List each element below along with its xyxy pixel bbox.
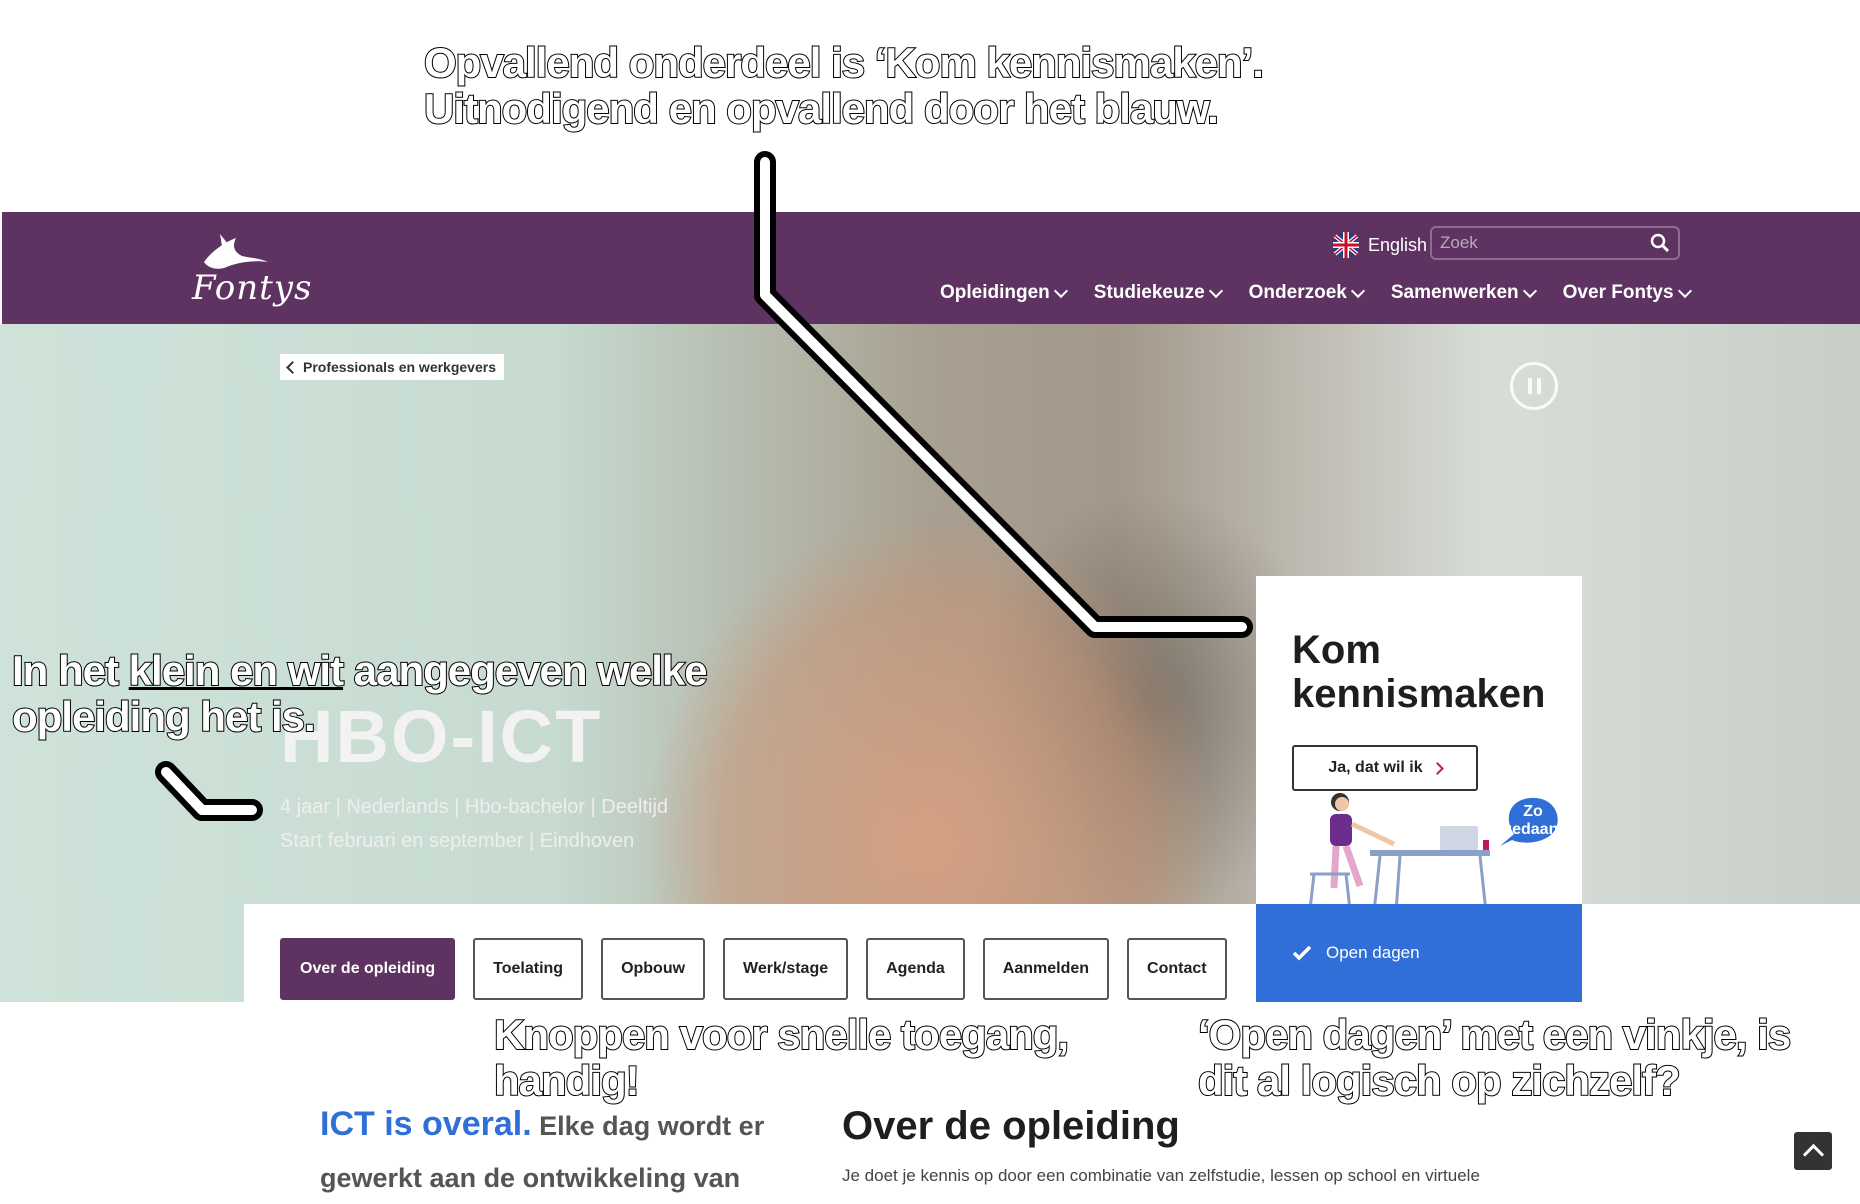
intro-text: ICT is overal. Elke dag wordt er gewerkt… bbox=[320, 1098, 790, 1204]
chevron-down-icon bbox=[1350, 283, 1365, 299]
open-dagen-label: Open dagen bbox=[1326, 943, 1420, 962]
search-icon[interactable] bbox=[1650, 233, 1670, 253]
bubble-line-1: Zo bbox=[1523, 803, 1543, 820]
annotation-fragment: In het bbox=[11, 647, 129, 695]
tab-agenda[interactable]: Agenda bbox=[866, 938, 965, 1000]
chevron-right-icon bbox=[1430, 761, 1444, 775]
annotation-fragment: aangegeven welke bbox=[343, 647, 709, 695]
uk-flag-icon bbox=[1333, 232, 1359, 258]
nav-item-opleidingen[interactable]: Opleidingen bbox=[940, 282, 1068, 304]
tab-opbouw[interactable]: Opbouw bbox=[601, 938, 706, 1000]
program-meta: 4 jaar | Nederlands | Hbo-bachelor | Dee… bbox=[280, 796, 669, 818]
chevron-down-icon bbox=[1677, 283, 1692, 299]
annotation-underlined: klein en wit bbox=[128, 647, 345, 695]
nav-label: Over Fontys bbox=[1562, 282, 1674, 303]
annotation-tabs: Knoppen voor snelle toegang, handig! bbox=[493, 1011, 1070, 1105]
tab-over-de-opleiding[interactable]: Over de opleiding bbox=[280, 938, 456, 1000]
tab-toelating[interactable]: Toelating bbox=[473, 938, 584, 1000]
nav-item-studiekeuze[interactable]: Studiekeuze bbox=[1093, 282, 1223, 304]
language-switch[interactable]: English bbox=[1332, 230, 1427, 260]
nav-label: Opleidingen bbox=[940, 282, 1050, 303]
annotation-line: dit al logisch op zichzelf? bbox=[1197, 1057, 1682, 1105]
back-to-top-button[interactable] bbox=[1794, 1132, 1832, 1170]
annotation-kom-kennismaken: Opvallend onderdeel is ‘Kom kennismaken’… bbox=[423, 39, 1265, 133]
nav-item-over-fontys[interactable]: Over Fontys bbox=[1562, 282, 1692, 304]
ja-dat-wil-ik-button[interactable]: Ja, dat wil ik bbox=[1292, 745, 1478, 791]
tab-aanmelden[interactable]: Aanmelden bbox=[982, 938, 1110, 1000]
card-title: Kom kennismaken bbox=[1292, 628, 1546, 716]
logo-text[interactable]: Fontys bbox=[192, 268, 312, 308]
annotation-line: opleiding het is. bbox=[11, 693, 317, 741]
program-start: Start februari en september | Eindhoven bbox=[280, 830, 635, 852]
main-nav: Opleidingen Studiekeuze Onderzoek Samenw… bbox=[940, 282, 1692, 304]
annotation-line: ‘Open dagen’ met een vinkje, is bbox=[1197, 1011, 1792, 1059]
annotation-program-name: In het klein en wit aangegeven welke opl… bbox=[11, 647, 709, 741]
nav-item-onderzoek[interactable]: Onderzoek bbox=[1248, 282, 1365, 304]
bubble-line-2: gedaan! bbox=[1502, 821, 1563, 838]
chevron-down-icon bbox=[1522, 283, 1537, 299]
nav-item-samenwerken[interactable]: Samenwerken bbox=[1390, 282, 1537, 304]
pause-video-button[interactable] bbox=[1510, 362, 1558, 410]
content-left-margin bbox=[0, 1002, 244, 1190]
section-paragraph: Je doet je kennis op door een combinatie… bbox=[842, 1166, 1480, 1185]
section-tabs: Over de opleiding Toelating Opbouw Werk/… bbox=[280, 938, 1227, 1000]
chevron-left-icon bbox=[286, 360, 299, 374]
breadcrumb[interactable]: Professionals en werkgevers bbox=[280, 354, 504, 380]
tab-werk-stage[interactable]: Werk/stage bbox=[723, 938, 849, 1000]
nav-label: Onderzoek bbox=[1248, 282, 1347, 303]
chevron-down-icon bbox=[1053, 283, 1068, 299]
button-label: Ja, dat wil ik bbox=[1328, 759, 1423, 776]
checkmark-icon bbox=[1292, 945, 1312, 961]
annotation-line: Uitnodigend en opvallend door het blauw. bbox=[423, 85, 1220, 133]
person-at-desk-illustration: Zo gedaan! bbox=[1308, 793, 1564, 919]
language-label: English bbox=[1368, 234, 1428, 255]
chevron-down-icon bbox=[1208, 283, 1223, 299]
open-dagen-link[interactable]: Open dagen bbox=[1256, 904, 1582, 1002]
search-placeholder: Zoek bbox=[1440, 233, 1478, 252]
nav-label: Studiekeuze bbox=[1093, 282, 1205, 303]
annotation-open-dagen: ‘Open dagen’ met een vinkje, is dit al l… bbox=[1197, 1011, 1792, 1105]
section-title: Over de opleiding bbox=[842, 1104, 1180, 1148]
intro-highlight: ICT is overal. bbox=[320, 1105, 532, 1143]
breadcrumb-label: Professionals en werkgevers bbox=[303, 359, 496, 375]
nav-label: Samenwerken bbox=[1390, 282, 1519, 303]
tab-contact[interactable]: Contact bbox=[1127, 938, 1227, 1000]
annotation-line: In het klein en wit aangegeven welke bbox=[11, 647, 709, 695]
annotation-line: Knoppen voor snelle toegang, bbox=[493, 1011, 1070, 1059]
annotation-line: handig! bbox=[493, 1057, 641, 1105]
annotation-line: Opvallend onderdeel is ‘Kom kennismaken’… bbox=[423, 39, 1265, 87]
search-input[interactable]: Zoek bbox=[1430, 226, 1680, 260]
